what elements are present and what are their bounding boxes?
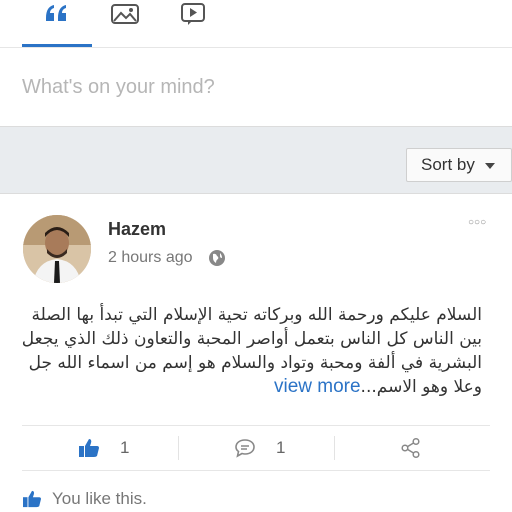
post-text-line: البشرية في ألفة ومحبة وتواد والسلام هو إ… (28, 353, 482, 373)
avatar[interactable] (23, 215, 91, 283)
comment-button[interactable]: 1 (234, 426, 285, 470)
video-icon (181, 3, 205, 25)
post-text-line: بين الناس كل الناس بتعمل أواصر المحبة وا… (21, 329, 482, 349)
post-timestamp: 2 hours ago (108, 249, 193, 266)
likers-summary[interactable]: You like this. (22, 489, 147, 509)
post-text-last-line: وعلا وهو الاسم...view more (22, 375, 482, 399)
action-divider (178, 436, 179, 460)
like-button[interactable]: 1 (78, 426, 129, 470)
tab-video[interactable] (158, 0, 228, 48)
likers-text: You like this. (52, 489, 147, 508)
status-input[interactable] (22, 72, 492, 102)
share-icon (401, 437, 420, 459)
active-tab-indicator (22, 44, 92, 47)
post-author[interactable]: Hazem (108, 219, 166, 240)
tab-photo[interactable] (90, 0, 160, 48)
post-actions: 1 1 (22, 425, 490, 471)
view-more-link[interactable]: view more (274, 376, 361, 397)
post-body: السلام عليكم ورحمة الله وبركاته تحية الإ… (22, 303, 482, 399)
caret-down-icon (485, 163, 495, 169)
post-card: Hazem 2 hours ago ○○○ السلام عليكم ورحمة… (0, 195, 512, 512)
post-text-line: السلام عليكم ورحمة الله وبركاته تحية الإ… (31, 305, 482, 325)
more-options-icon[interactable]: ○○○ (468, 217, 486, 228)
comment-icon (235, 439, 255, 458)
comment-count: 1 (276, 438, 286, 457)
tab-quote[interactable] (22, 0, 92, 48)
post-composer (0, 48, 512, 126)
thumbs-up-icon (79, 439, 99, 457)
sort-by-dropdown[interactable]: Sort by (406, 148, 512, 182)
share-button[interactable] (400, 426, 422, 470)
post-text-line: وعلا وهو الاسم... (360, 377, 482, 397)
quote-icon (46, 5, 66, 21)
like-count: 1 (120, 438, 130, 457)
globe-icon (209, 250, 225, 266)
action-divider (334, 436, 335, 460)
composer-tabs (0, 0, 512, 48)
sort-bar: Sort by (0, 126, 512, 194)
photo-icon (111, 4, 139, 24)
thumbs-up-icon (23, 490, 41, 508)
sort-by-label: Sort by (421, 155, 475, 174)
